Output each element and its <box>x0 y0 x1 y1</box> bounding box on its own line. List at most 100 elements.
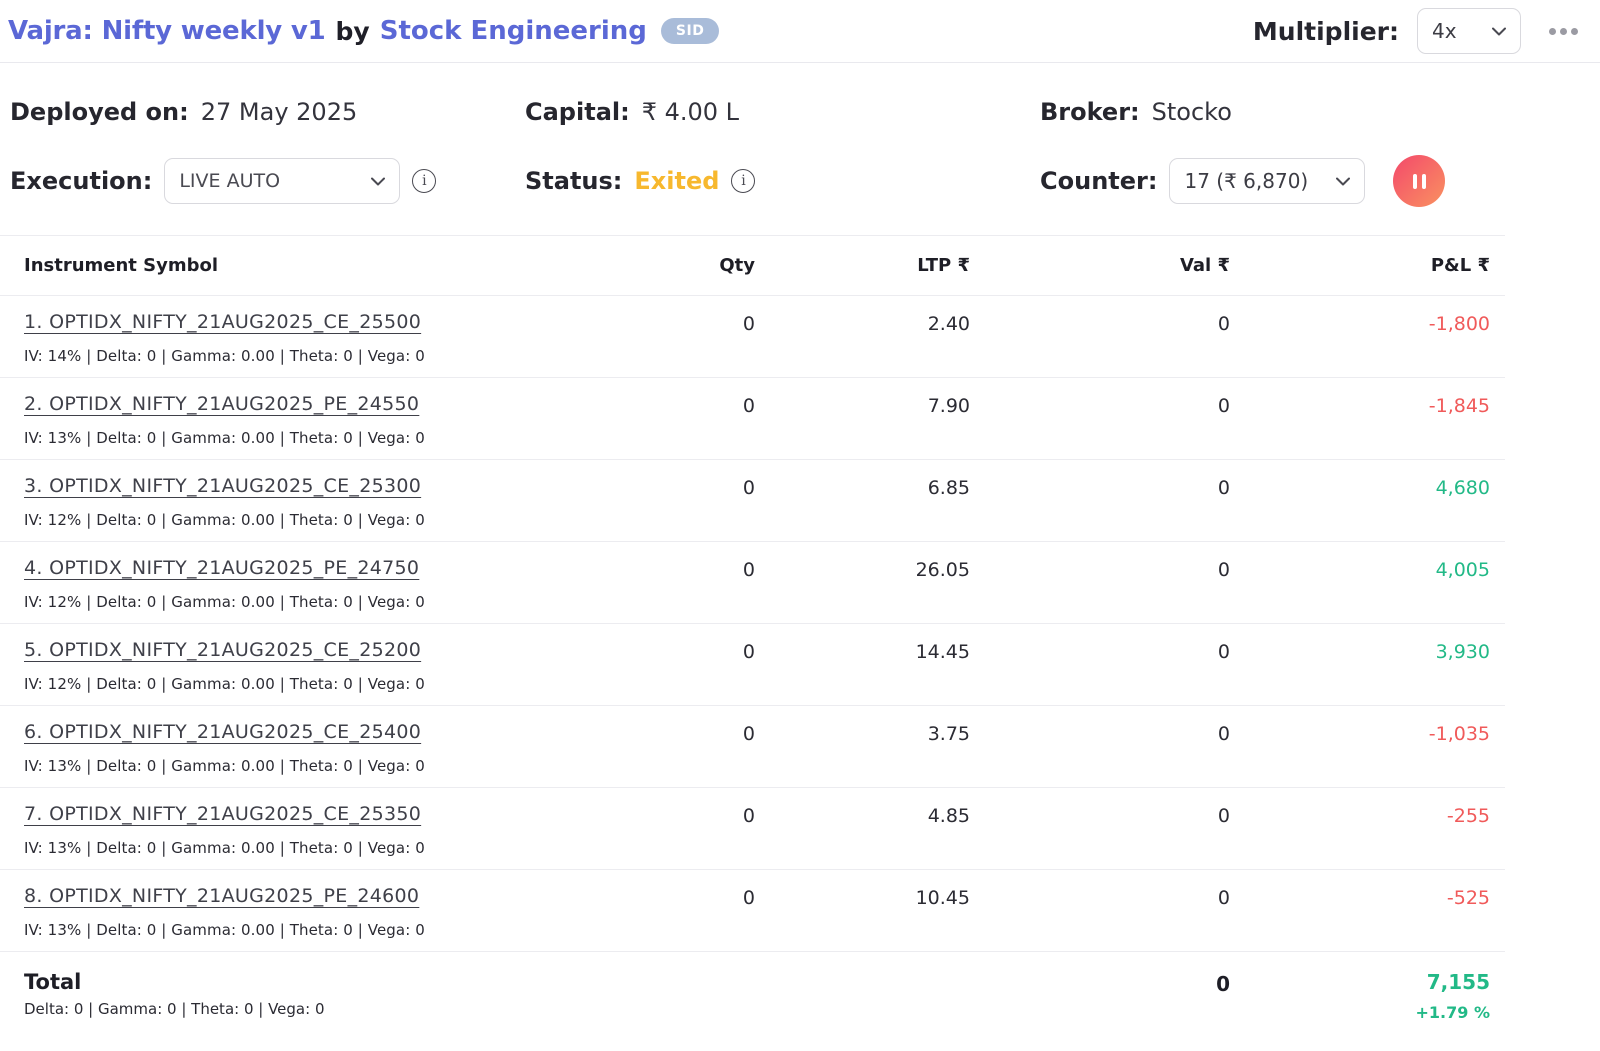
qty-cell: 0 <box>742 887 755 909</box>
total-pnl-cell: 7,155 +1.79 % <box>1230 970 1490 1022</box>
strategy-title-group: Vajra: Nifty weekly v1 by Stock Engineer… <box>8 16 720 46</box>
qty-cell: 0 <box>742 805 755 827</box>
table-body: 1. OPTIDX_NIFTY_21AUG2025_CE_25500 IV: 1… <box>0 296 1505 952</box>
instrument-symbol-link[interactable]: 8. OPTIDX_NIFTY_21AUG2025_PE_24600 <box>24 885 419 907</box>
counter-label: Counter: <box>1040 167 1158 195</box>
instrument-symbol-link[interactable]: 5. OPTIDX_NIFTY_21AUG2025_CE_25200 <box>24 639 421 661</box>
instrument-greeks: IV: 13% | Delta: 0 | Gamma: 0.00 | Theta… <box>24 921 425 939</box>
status-value: Exited <box>634 167 720 195</box>
instrument-greeks: IV: 13% | Delta: 0 | Gamma: 0.00 | Theta… <box>24 429 425 447</box>
instrument-symbol-link[interactable]: 1. OPTIDX_NIFTY_21AUG2025_CE_25500 <box>24 311 421 333</box>
col-header-pnl: P&L ₹ <box>1430 255 1490 276</box>
qty-cell: 0 <box>742 313 755 335</box>
val-cell: 0 <box>1217 313 1230 335</box>
deployment-info-panel: Deployed on: 27 May 2025 Capital: ₹ 4.00… <box>0 63 1600 231</box>
ellipsis-icon <box>1560 27 1567 35</box>
total-pnl-percent: +1.79 % <box>1415 1003 1490 1022</box>
instrument-symbol-link[interactable]: 4. OPTIDX_NIFTY_21AUG2025_PE_24750 <box>24 557 419 579</box>
broker-cell: Broker: Stocko <box>1040 89 1580 135</box>
val-cell: 0 <box>1217 477 1230 499</box>
strategy-title: Vajra: Nifty weekly v1 <box>8 16 326 46</box>
instrument-greeks: IV: 12% | Delta: 0 | Gamma: 0.00 | Theta… <box>24 511 425 529</box>
pause-icon <box>1412 173 1426 189</box>
counter-select[interactable]: 17 (₹ 6,870) <box>1169 158 1366 204</box>
execution-label: Execution: <box>10 167 153 195</box>
table-row: 5. OPTIDX_NIFTY_21AUG2025_CE_25200 IV: 1… <box>0 624 1505 706</box>
execution-info-icon[interactable]: i <box>412 169 437 193</box>
author-name: Stock Engineering <box>379 16 647 46</box>
qty-cell: 0 <box>742 559 755 581</box>
deployed-on-label: Deployed on: <box>10 98 189 126</box>
broker-label: Broker: <box>1040 98 1140 126</box>
multiplier-value: 4x <box>1432 19 1457 43</box>
instrument-greeks: IV: 14% | Delta: 0 | Gamma: 0.00 | Theta… <box>24 347 425 365</box>
instrument-symbol-link[interactable]: 3. OPTIDX_NIFTY_21AUG2025_CE_25300 <box>24 475 421 497</box>
ltp-cell: 14.45 <box>915 641 970 663</box>
ltp-cell: 4.85 <box>927 805 970 827</box>
table-total-row: Total Delta: 0 | Gamma: 0 | Theta: 0 | V… <box>0 952 1505 1036</box>
ltp-cell: 3.75 <box>927 723 970 745</box>
table-row: 6. OPTIDX_NIFTY_21AUG2025_CE_25400 IV: 1… <box>0 706 1505 788</box>
pnl-cell: 3,930 <box>1435 641 1490 663</box>
instrument-symbol-link[interactable]: 2. OPTIDX_NIFTY_21AUG2025_PE_24550 <box>24 393 419 415</box>
counter-cell: Counter: 17 (₹ 6,870) <box>1040 155 1580 207</box>
instrument-greeks: IV: 12% | Delta: 0 | Gamma: 0.00 | Theta… <box>24 675 425 693</box>
total-ltp-cell <box>755 970 970 1022</box>
total-label: Total <box>24 970 82 994</box>
qty-cell: 0 <box>742 723 755 745</box>
instrument-symbol-link[interactable]: 7. OPTIDX_NIFTY_21AUG2025_CE_25350 <box>24 803 421 825</box>
by-text: by <box>335 16 370 46</box>
pause-strategy-button[interactable] <box>1393 155 1446 207</box>
total-qty-cell <box>615 970 755 1022</box>
topbar-right: Multiplier: 4x <box>1253 8 1580 54</box>
capital-label: Capital: <box>525 98 630 126</box>
sid-badge: SID <box>660 18 720 44</box>
ltp-cell: 7.90 <box>927 395 970 417</box>
total-val-cell: 0 <box>1216 972 1230 996</box>
instruments-table: Instrument Symbol Qty LTP ₹ Val ₹ P&L ₹ … <box>0 235 1505 1036</box>
table-header-row: Instrument Symbol Qty LTP ₹ Val ₹ P&L ₹ <box>0 236 1505 296</box>
chevron-down-icon <box>1336 177 1351 186</box>
pnl-cell: 4,680 <box>1435 477 1490 499</box>
col-header-val: Val ₹ <box>1179 255 1230 276</box>
table-row: 3. OPTIDX_NIFTY_21AUG2025_CE_25300 IV: 1… <box>0 460 1505 542</box>
execution-value: LIVE AUTO <box>179 170 281 192</box>
table-row: 1. OPTIDX_NIFTY_21AUG2025_CE_25500 IV: 1… <box>0 296 1505 378</box>
val-cell: 0 <box>1217 887 1230 909</box>
col-header-symbol: Instrument Symbol <box>24 255 219 276</box>
instrument-symbol-link[interactable]: 6. OPTIDX_NIFTY_21AUG2025_CE_25400 <box>24 721 421 743</box>
pnl-cell: 4,005 <box>1435 559 1490 581</box>
val-cell: 0 <box>1217 723 1230 745</box>
execution-cell: Execution: LIVE AUTO i <box>10 155 525 207</box>
chevron-down-icon <box>1492 27 1506 36</box>
top-header: Vajra: Nifty weekly v1 by Stock Engineer… <box>0 0 1600 63</box>
total-greeks: Delta: 0 | Gamma: 0 | Theta: 0 | Vega: 0 <box>24 1000 325 1018</box>
instrument-greeks: IV: 13% | Delta: 0 | Gamma: 0.00 | Theta… <box>24 757 425 775</box>
pnl-cell: -1,800 <box>1428 313 1490 335</box>
qty-cell: 0 <box>742 477 755 499</box>
qty-cell: 0 <box>742 395 755 417</box>
multiplier-select[interactable]: 4x <box>1417 8 1521 54</box>
pnl-cell: -525 <box>1446 887 1490 909</box>
counter-value: 17 (₹ 6,870) <box>1184 169 1309 193</box>
table-row: 7. OPTIDX_NIFTY_21AUG2025_CE_25350 IV: 1… <box>0 788 1505 870</box>
ellipsis-icon <box>1571 27 1578 35</box>
capital-value: ₹ 4.00 L <box>641 98 740 126</box>
pnl-cell: -1,845 <box>1428 395 1490 417</box>
col-header-ltp: LTP ₹ <box>917 255 970 276</box>
instrument-greeks: IV: 13% | Delta: 0 | Gamma: 0.00 | Theta… <box>24 839 425 857</box>
val-cell: 0 <box>1217 395 1230 417</box>
broker-value: Stocko <box>1151 98 1232 126</box>
ellipsis-icon <box>1549 27 1556 35</box>
val-cell: 0 <box>1217 641 1230 663</box>
ltp-cell: 10.45 <box>915 887 970 909</box>
val-cell: 0 <box>1217 559 1230 581</box>
col-header-qty: Qty <box>719 255 755 276</box>
multiplier-label: Multiplier: <box>1252 16 1399 46</box>
status-label: Status: <box>525 167 623 195</box>
execution-select[interactable]: LIVE AUTO <box>164 158 401 204</box>
status-info-icon[interactable]: i <box>731 169 756 193</box>
more-options-button[interactable] <box>1547 22 1580 41</box>
pnl-cell: -255 <box>1446 805 1490 827</box>
ltp-cell: 26.05 <box>915 559 970 581</box>
